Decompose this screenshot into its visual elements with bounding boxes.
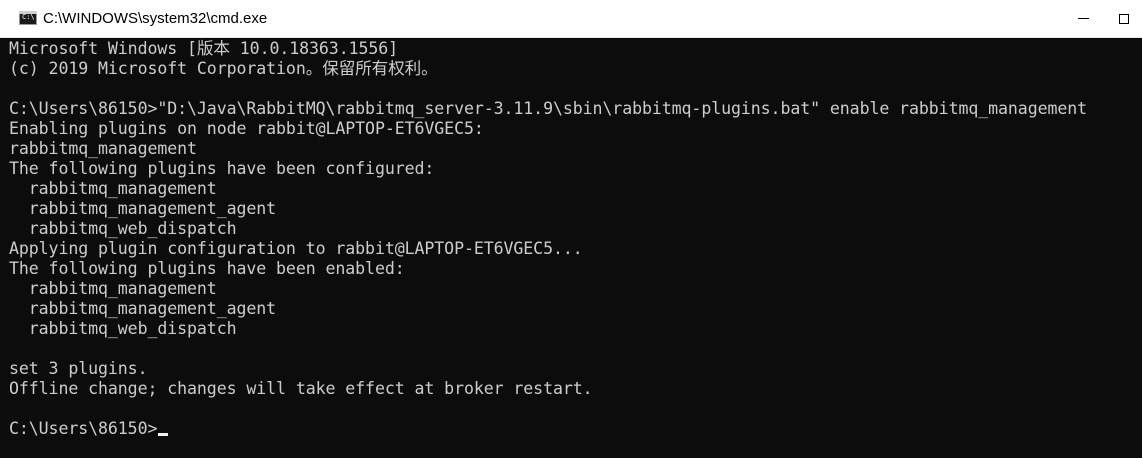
maximize-button[interactable] — [1106, 0, 1142, 37]
console-area[interactable]: Microsoft Windows [版本 10.0.18363.1556] (… — [0, 38, 1142, 458]
console-line: rabbitmq_management_agent — [9, 299, 277, 318]
prompt-text: C:\Users\86150> — [9, 419, 158, 438]
cmd-console-icon[interactable]: C:\ — [19, 11, 37, 25]
minimize-button[interactable] — [1060, 0, 1106, 37]
console-line: rabbitmq_web_dispatch — [9, 319, 237, 338]
title-bar[interactable]: C:\ C:\WINDOWS\system32\cmd.exe — [0, 0, 1142, 38]
console-line: Microsoft Windows [版本 10.0.18363.1556] — [9, 39, 399, 58]
icon-glyph: C:\ — [22, 13, 35, 21]
console-line: rabbitmq_management — [9, 139, 197, 158]
console-line: set 3 plugins. — [9, 359, 148, 378]
console-line: Applying plugin configuration to rabbit@… — [9, 239, 583, 258]
console-line: Offline change; changes will take effect… — [9, 379, 593, 398]
console-line: (c) 2019 Microsoft Corporation。保留所有权利。 — [9, 59, 438, 78]
console-line: The following plugins have been enabled: — [9, 259, 405, 278]
console-line: C:\Users\86150>"D:\Java\RabbitMQ\rabbitm… — [9, 99, 1088, 118]
cmd-window: C:\ C:\WINDOWS\system32\cmd.exe Microsof… — [0, 0, 1142, 458]
prompt-line[interactable]: C:\Users\86150> — [9, 419, 1087, 439]
window-title: C:\WINDOWS\system32\cmd.exe — [43, 10, 268, 27]
console-line: The following plugins have been configur… — [9, 159, 435, 178]
console-line: rabbitmq_management_agent — [9, 199, 277, 218]
console-line: rabbitmq_management — [9, 279, 217, 298]
maximize-icon — [1119, 13, 1129, 24]
console-line: rabbitmq_web_dispatch — [9, 219, 237, 238]
console-output: Microsoft Windows [版本 10.0.18363.1556] (… — [9, 39, 1087, 439]
minimize-icon — [1077, 18, 1089, 19]
text-cursor — [158, 433, 169, 436]
console-line: rabbitmq_management — [9, 179, 217, 198]
console-line: Enabling plugins on node rabbit@LAPTOP-E… — [9, 119, 484, 138]
